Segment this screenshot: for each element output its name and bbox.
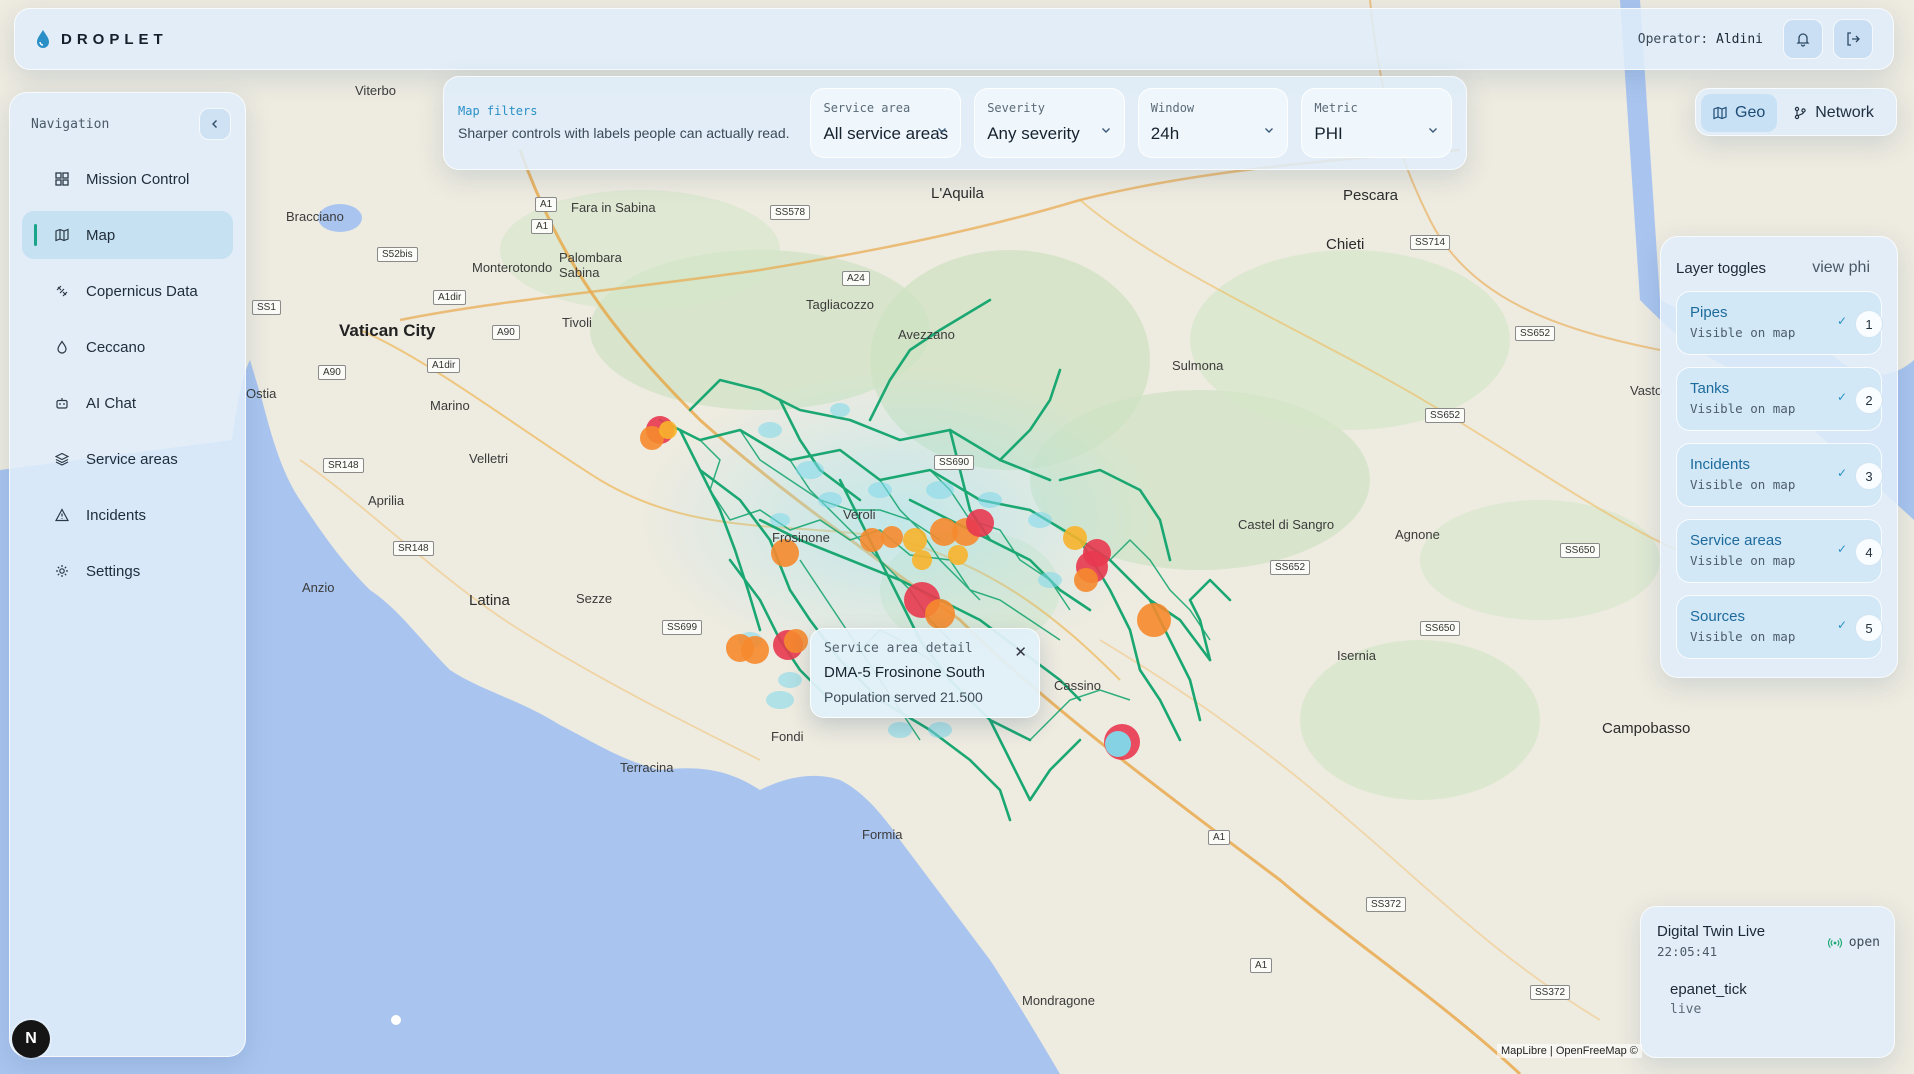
chevron-down-icon [1265, 128, 1274, 133]
alert-triangle-icon [54, 507, 70, 523]
droplet-icon [54, 339, 70, 355]
layer-toggle-service-areas[interactable]: Service areas Visible on map ✓ 4 [1676, 519, 1883, 583]
sidebar-item-service-areas[interactable]: Service areas [22, 435, 233, 483]
sidebar-item-label: Settings [86, 562, 141, 580]
layer-shortcut: 5 [1855, 614, 1883, 642]
map-filters-panel: Map filters Sharper controls with labels… [443, 76, 1467, 170]
sidebar-item-label: Copernicus Data [86, 282, 198, 300]
layers-icon [54, 451, 70, 467]
operator-name: Aldini [1716, 31, 1763, 47]
sidebar-item-map[interactable]: Map [22, 211, 233, 259]
popup-population: Population served 21.500 [824, 689, 983, 705]
layer-toggle-incidents[interactable]: Incidents Visible on map ✓ 3 [1676, 443, 1883, 507]
git-branch-icon [1795, 106, 1806, 120]
check-icon: ✓ [1837, 314, 1848, 328]
map-icon [1713, 106, 1727, 120]
sidebar-item-label: Incidents [86, 506, 147, 524]
layer-shortcut: 4 [1855, 538, 1883, 566]
sidebar-item-label: Service areas [86, 450, 178, 468]
select-value: PHI [1314, 124, 1343, 143]
sidebar-item-incidents[interactable]: Incidents [22, 491, 233, 539]
network-label: Network [1815, 104, 1874, 121]
service-area-select[interactable]: Service area All service areas [810, 88, 962, 158]
layer-toggles-panel: Layer toggles view phi Pipes Visible on … [1660, 236, 1898, 678]
sidebar: Navigation Mission Control Map Copernicu… [9, 92, 246, 1057]
layer-toggle-pipes[interactable]: Pipes Visible on map ✓ 1 [1676, 291, 1883, 355]
popup-kicker: Service area detail [824, 641, 973, 656]
grid-icon [54, 171, 70, 187]
layer-toggle-sources[interactable]: Sources Visible on map ✓ 5 [1676, 595, 1883, 659]
select-value: 24h [1150, 124, 1180, 143]
top-bar: DROPLET Operator: Aldini [14, 8, 1894, 70]
sidebar-title: Navigation [31, 116, 110, 132]
select-value: Any severity [987, 124, 1080, 143]
close-icon[interactable]: ✕ [1014, 643, 1027, 661]
connection-status: open [1827, 935, 1880, 950]
sidebar-item-settings[interactable]: Settings [22, 547, 233, 595]
logout-icon [1847, 32, 1860, 46]
chevron-down-icon [1101, 128, 1110, 133]
select-label: Service area [823, 101, 911, 115]
satellite-icon [54, 283, 70, 299]
brand-name: DROPLET [61, 30, 168, 48]
collapse-sidebar-button[interactable] [199, 108, 231, 140]
layers-meta: view phi [1812, 259, 1870, 276]
event-state: live [1670, 1002, 1702, 1017]
chevron-left-icon [212, 120, 217, 128]
layers-title: Layer toggles [1676, 259, 1767, 277]
layer-shortcut: 3 [1855, 462, 1883, 490]
filters-description: Sharper controls with labels people can … [458, 124, 790, 141]
view-toggle: Geo Network [1695, 88, 1897, 136]
operator-info: Operator: Aldini [1638, 32, 1763, 47]
event-name: epanet_tick [1670, 981, 1747, 998]
check-icon: ✓ [1837, 390, 1848, 404]
digital-twin-live-panel: Digital Twin Live 22:05:41 open epanet_t… [1640, 906, 1895, 1058]
filters-kicker: Map filters [458, 103, 538, 118]
service-area-popup: Service area detail DMA-5 Frosinone Sout… [810, 628, 1040, 718]
avatar[interactable]: N [12, 1020, 50, 1058]
sidebar-item-label: Map [86, 226, 116, 244]
sidebar-item-mission-control[interactable]: Mission Control [22, 155, 233, 203]
sidebar-item-label: Ceccano [86, 338, 146, 356]
brand-logo[interactable]: DROPLET [35, 29, 168, 49]
select-label: Metric [1314, 101, 1358, 115]
status-label: open [1848, 935, 1880, 950]
sidebar-item-ai-chat[interactable]: AI Chat [22, 379, 233, 427]
sidebar-item-label: Mission Control [86, 170, 190, 188]
chevron-down-icon [1429, 128, 1438, 133]
radio-signal-icon [1827, 937, 1842, 948]
severity-select[interactable]: Severity Any severity [974, 88, 1125, 158]
chevron-down-icon [938, 128, 947, 133]
map-icon [54, 227, 70, 243]
metric-select[interactable]: Metric PHI [1301, 88, 1453, 158]
layer-shortcut: 1 [1855, 310, 1883, 338]
gear-icon [54, 563, 70, 579]
bell-icon [1796, 33, 1810, 47]
notifications-button[interactable] [1783, 19, 1823, 59]
live-event[interactable]: epanet_tick live [1670, 981, 1878, 1017]
geo-label: Geo [1735, 104, 1766, 121]
select-label: Severity [987, 101, 1045, 115]
check-icon: ✓ [1837, 466, 1848, 480]
check-icon: ✓ [1837, 542, 1848, 556]
network-view-button[interactable]: Network [1781, 94, 1886, 132]
droplet-logo-icon [37, 30, 49, 48]
popup-title: DMA-5 Frosinone South [824, 664, 985, 681]
layer-shortcut: 2 [1855, 386, 1883, 414]
layer-toggle-tanks[interactable]: Tanks Visible on map ✓ 2 [1676, 367, 1883, 431]
map-attribution[interactable]: MapLibre | OpenFreeMap © [1497, 1044, 1642, 1058]
geo-view-button[interactable]: Geo [1701, 94, 1778, 132]
sidebar-item-label: AI Chat [86, 394, 137, 412]
window-select[interactable]: Window 24h [1137, 88, 1289, 158]
select-label: Window [1150, 101, 1195, 115]
bot-icon [54, 395, 70, 411]
sidebar-item-copernicus-data[interactable]: Copernicus Data [22, 267, 233, 315]
logout-button[interactable] [1833, 19, 1873, 59]
operator-label: Operator: [1637, 31, 1709, 47]
check-icon: ✓ [1837, 618, 1848, 632]
select-value: All service areas [823, 124, 949, 143]
sidebar-item-ceccano[interactable]: Ceccano [22, 323, 233, 371]
